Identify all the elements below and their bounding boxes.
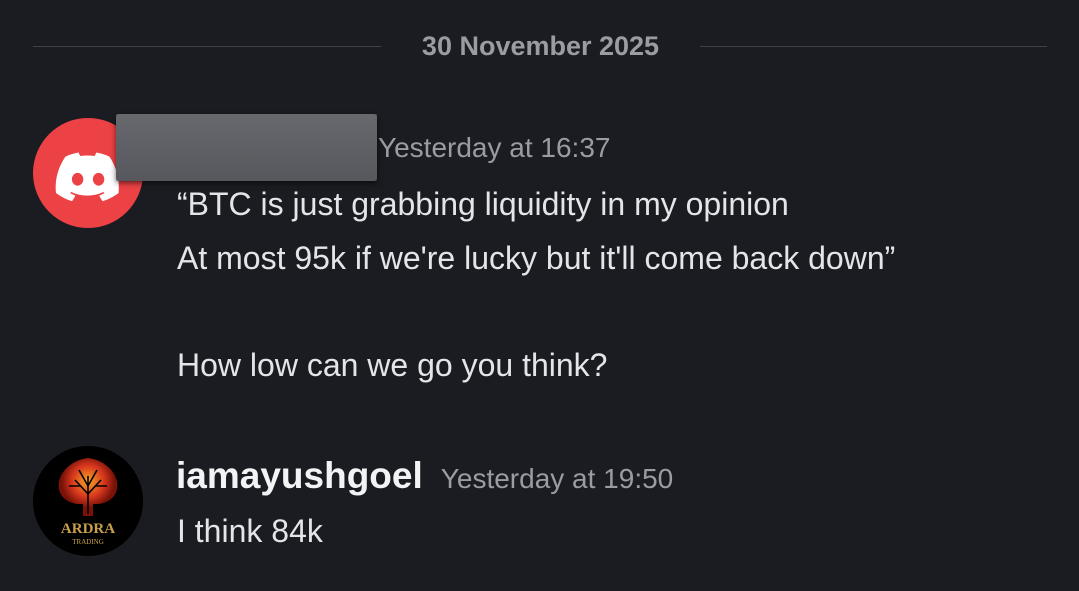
- message-text-line: “BTC is just grabbing liquidity in my op…: [177, 186, 789, 222]
- message-text-line: How low can we go you think?: [177, 347, 608, 383]
- chat-view: 30 November 2025 Yesterday at 16:37 “BTC…: [0, 0, 1079, 591]
- avatar[interactable]: ARDRA TRADING: [33, 446, 143, 556]
- message-header: iamayushgoel Yesterday at 19:50: [176, 455, 673, 497]
- message-timestamp: Yesterday at 19:50: [440, 463, 674, 494]
- date-divider: 30 November 2025: [33, 24, 1047, 68]
- message-text-line: I think 84k: [177, 513, 323, 549]
- logo-text: ARDRA: [61, 521, 115, 537]
- divider-line-right: [700, 46, 1047, 47]
- message-text-line: At most 95k if we're lucky but it'll com…: [177, 240, 896, 276]
- message-username[interactable]: iamayushgoel: [176, 455, 423, 497]
- divider-line-left: [33, 46, 381, 47]
- logo-subtext: TRADING: [72, 538, 104, 546]
- message-timestamp: Yesterday at 16:37: [378, 132, 611, 163]
- redacted-username: [116, 114, 377, 181]
- ardra-trading-logo: ARDRA TRADING: [33, 446, 143, 556]
- message-header: Yesterday at 16:37: [378, 132, 610, 164]
- divider-date: 30 November 2025: [421, 31, 660, 61]
